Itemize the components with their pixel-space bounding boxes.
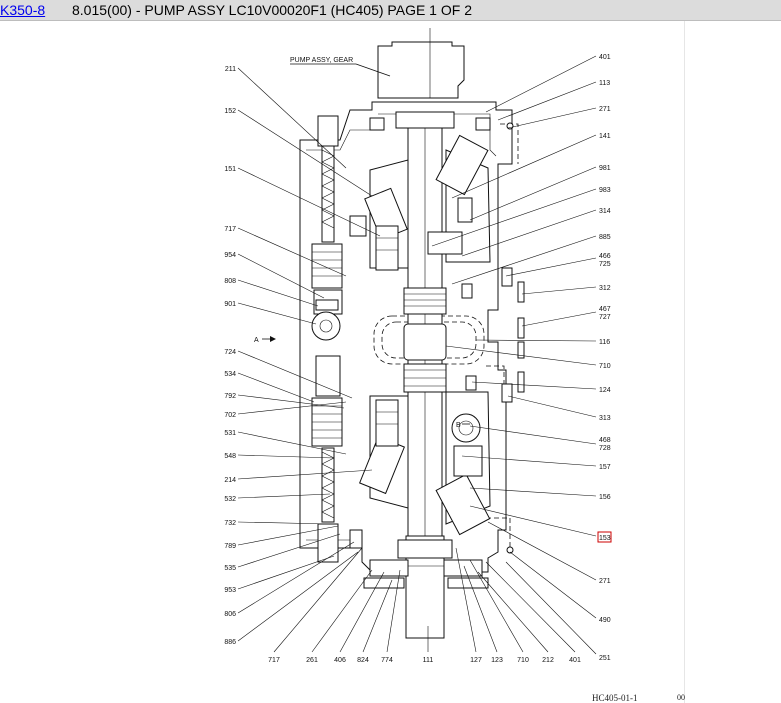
title-bar: K350-8 8.015(00) - PUMP ASSY LC10V00020F… [0,0,781,21]
callout-261[interactable]: 261 [306,657,318,664]
callout-824[interactable]: 824 [357,657,369,664]
callout-212[interactable]: 212 [542,657,554,664]
callout-792[interactable]: 792 [224,393,236,400]
model-link[interactable]: K350-8 [0,0,45,21]
callout-886[interactable]: 886 [224,639,236,646]
callout-468[interactable]: 468 [599,437,611,444]
callout-124[interactable]: 124 [599,387,611,394]
callout-710-bottom[interactable]: 710 [517,657,529,664]
page-code: 00 [677,693,685,702]
callout-725[interactable]: 725 [599,261,611,268]
callout-981[interactable]: 981 [599,165,611,172]
callout-532[interactable]: 532 [224,496,236,503]
callout-717-bottom[interactable]: 717 [268,657,280,664]
callout-774[interactable]: 774 [381,657,393,664]
callout-702[interactable]: 702 [224,412,236,419]
callout-156[interactable]: 156 [599,494,611,501]
callout-710[interactable]: 710 [599,363,611,370]
section-a-label: A [254,337,259,344]
callout-789[interactable]: 789 [224,543,236,550]
gear-pump-body [377,41,465,99]
callout-401-bottom[interactable]: 401 [569,657,581,664]
callout-211[interactable]: 211 [225,66,236,73]
callout-312[interactable]: 312 [599,285,611,292]
callout-214[interactable]: 214 [224,477,236,484]
gear-pump-note: PUMP ASSY, GEAR [290,57,353,64]
callout-141[interactable]: 141 [599,133,611,140]
callout-954[interactable]: 954 [224,252,236,259]
callout-152[interactable]: 152 [224,108,236,115]
page-title: 8.015(00) - PUMP ASSY LC10V00020F1 (HC40… [72,2,472,18]
callout-535[interactable]: 535 [224,565,236,572]
callout-983[interactable]: 983 [599,187,611,194]
callout-885[interactable]: 885 [599,234,611,241]
callout-806[interactable]: 806 [224,611,236,618]
callout-251[interactable]: 251 [599,655,611,662]
callout-271-lower[interactable]: 271 [599,578,611,585]
callout-151[interactable]: 151 [224,166,236,173]
callout-548[interactable]: 548 [224,453,236,460]
callout-123[interactable]: 123 [491,657,503,664]
callout-271[interactable]: 271 [599,106,611,113]
callout-466[interactable]: 466 [599,253,611,260]
callout-808[interactable]: 808 [224,278,236,285]
callout-467[interactable]: 467 [599,306,611,313]
section-b-label: B [456,422,461,429]
upper-regulator [311,243,343,289]
callout-531[interactable]: 531 [224,430,236,437]
drawing-id: HC405-01-1 [592,693,638,703]
callout-153[interactable]: 153 [599,535,611,542]
pump-assembly-drawing: A B PUMP ASSY, GEAR 211 152 151 717 954 … [224,28,612,664]
callout-534[interactable]: 534 [224,371,236,378]
callout-113[interactable]: 113 [599,80,610,87]
callout-717[interactable]: 717 [224,226,236,233]
callout-401[interactable]: 401 [599,54,611,61]
callout-728[interactable]: 728 [599,445,611,452]
callout-314[interactable]: 314 [599,208,611,215]
callout-157[interactable]: 157 [599,464,611,471]
callout-953[interactable]: 953 [224,587,236,594]
callout-727[interactable]: 727 [599,314,611,321]
callout-406[interactable]: 406 [334,657,346,664]
callout-724[interactable]: 724 [224,349,236,356]
callout-111[interactable]: 111 [423,657,434,664]
callout-901[interactable]: 901 [224,301,236,308]
callout-490[interactable]: 490 [599,617,611,624]
callout-732[interactable]: 732 [224,520,236,527]
callout-127[interactable]: 127 [470,657,482,664]
callout-313[interactable]: 313 [599,415,611,422]
callout-116[interactable]: 116 [599,339,610,346]
pressure-sensor [311,311,341,341]
